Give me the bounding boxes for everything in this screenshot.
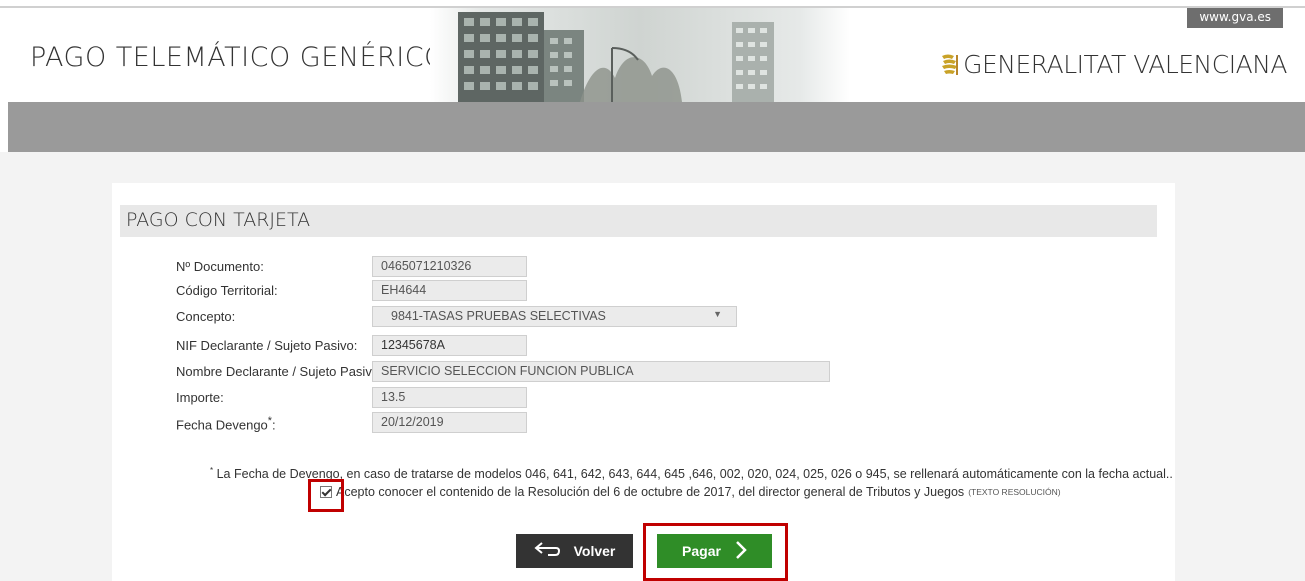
back-arrow-icon [534,541,560,561]
site-title: PAGO TELEMÁTICO GENÉRICO [30,42,446,73]
documento-field[interactable]: 0465071210326 [372,256,527,277]
gva-emblem-icon [940,53,960,77]
label-nif: NIF Declarante / Sujeto Pasivo: [176,338,358,353]
label-documento: Nº Documento: [176,259,264,274]
fecha-devengo-field[interactable]: 20/12/2019 [372,412,527,433]
label-importe: Importe: [176,390,224,405]
pagar-highlight [643,523,788,581]
concepto-selected-value: 9841-TASAS PRUEBAS SELECTIVAS [391,309,606,323]
volver-button[interactable]: Volver [516,534,633,568]
section-header: PAGO CON TARJETA [120,205,1157,237]
accept-row: Acepto conocer el contenido de la Resolu… [320,485,1061,499]
importe-field[interactable]: 13.5 [372,387,527,408]
note-text: La Fecha de Devengo, en caso de tratarse… [216,467,1173,482]
note-marker: * [210,466,214,475]
concepto-select[interactable]: 9841-TASAS PRUEBAS SELECTIVAS ▼ [372,306,737,327]
label-concepto: Concepto: [176,309,236,324]
nombre-field[interactable]: SERVICIO SELECCION FUNCION PUBLICA [372,361,830,382]
nif-field[interactable]: 12345678A [372,335,527,356]
label-fecha-text: Fecha Devengo [176,417,268,433]
checkbox-highlight [308,479,344,512]
header: PAGO TELEMÁTICO GENÉRICO www.gva.es GENE… [0,8,1305,102]
chevron-down-icon: ▼ [713,309,722,319]
gva-site-link[interactable]: www.gva.es [1187,8,1283,28]
texto-resolucion-link[interactable]: (TEXTO RESOLUCIÓN) [968,487,1060,497]
section-title: PAGO CON TARJETA [126,209,311,231]
payment-panel: PAGO CON TARJETA Nº Documento: 046507121… [112,183,1175,581]
label-fecha-suffix: : [272,417,276,433]
label-nombre: Nombre Declarante / Sujeto Pasivo: [176,364,383,379]
devengo-note: * La Fecha de Devengo, en caso de tratar… [210,466,1173,481]
label-fecha: Fecha Devengo*: [176,415,276,432]
label-codigo: Código Territorial: [176,283,278,298]
codigo-territorial-field[interactable]: EH4644 [372,280,527,301]
gva-brand-text: GENERALITAT VALENCIANA [963,50,1287,79]
generalitat-valenciana-logo: GENERALITAT VALENCIANA [940,50,1287,79]
header-banner-image [430,8,850,102]
navigation-bar [8,102,1305,152]
accept-text: Acepto conocer el contenido de la Resolu… [336,485,965,499]
volver-label: Volver [573,543,616,559]
